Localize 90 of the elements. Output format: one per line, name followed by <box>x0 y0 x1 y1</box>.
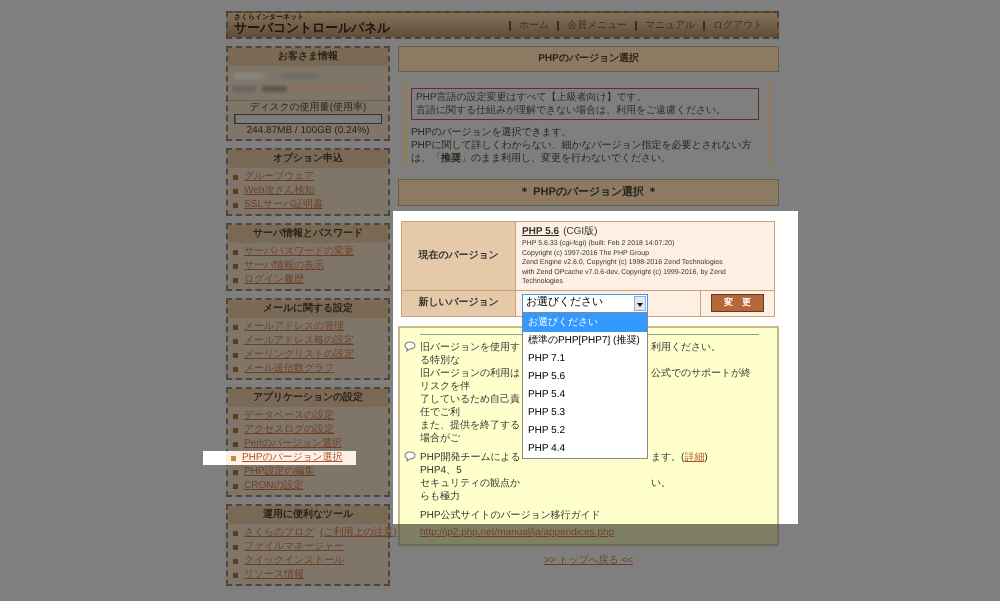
sidebar-link[interactable]: PHP設定の編集 <box>244 465 315 479</box>
bullet-icon <box>233 530 238 536</box>
sidebar-link[interactable]: サーバ情報の表示 <box>244 259 324 273</box>
bullet-icon <box>233 484 238 488</box>
sidebar-link[interactable]: サーバパスワードの変更 <box>244 245 354 259</box>
note-text: 利用ください。 <box>651 342 721 353</box>
bullet-icon <box>233 202 238 208</box>
table-header-cell: 新しいバージョン <box>402 290 516 316</box>
sidebar-link[interactable]: SSLサーバ証明書 <box>244 198 323 212</box>
panel-heading: お客さま情報 <box>228 48 388 66</box>
sidebar-link[interactable]: CRONの設定 <box>244 479 304 493</box>
sidebar-link[interactable]: アクセスログの設定 <box>244 423 334 437</box>
sidebar-link[interactable]: Perlのバージョン選択 <box>244 437 342 451</box>
bullet-icon <box>233 470 238 474</box>
intro-text: PHPに関して詳しくわからない、細かなバージョン指定を必要とされない方は、「推奨」のまま利用し、変更を行わないでください。 <box>411 139 753 165</box>
sidebar-link[interactable]: メールアドレス毎の設定 <box>244 334 354 348</box>
dropdown-option[interactable]: 標準のPHP[PHP7] (推奨) <box>523 332 647 350</box>
change-button[interactable]: 変 更 <box>711 294 764 312</box>
disk-usage-label: ディスクの使用量(使用率) <box>248 101 368 114</box>
version-link[interactable]: PHP 5.6 <box>522 226 560 238</box>
nav-link[interactable]: ログアウト <box>703 21 771 31</box>
guide-label: PHP公式サイトのバージョン移行ガイド <box>419 508 602 523</box>
sidebar-link[interactable]: PHPのバージョン選択 <box>242 451 343 465</box>
note-link[interactable]: (ご利用上の注意) <box>320 526 397 540</box>
bullet-icon <box>233 188 238 194</box>
table-header-cell: 現在のバージョン <box>402 222 516 290</box>
sidebar-link[interactable]: さくらのブログ <box>244 526 314 540</box>
dropdown-option[interactable]: PHP 7.1 <box>523 350 647 368</box>
bullet-icon <box>233 428 238 432</box>
sidebar-link[interactable]: メール送信数グラフ <box>244 362 334 376</box>
bullet-icon <box>233 264 238 268</box>
dropdown-option[interactable]: PHP 5.3 <box>523 404 647 422</box>
panel-heading: 運用に便利なツール <box>228 506 388 524</box>
panel-heading: メールに関する設定 <box>228 300 388 318</box>
bullet-icon <box>233 414 238 418</box>
bullet-icon <box>233 352 238 358</box>
speech-bubble-icon <box>404 450 416 462</box>
sidebar-link[interactable]: ファイルマネージャー <box>244 540 344 554</box>
note-text: 了しているため自己責任でご利 <box>420 392 521 419</box>
sidebar-link[interactable]: データベースの設定 <box>244 409 334 423</box>
warning-text: PHP言語の設定変更はすべて【上級者向け】です。 <box>416 91 648 104</box>
guide-url-link[interactable]: http://jp2.php.net/manual/ja/appendices.php <box>420 526 614 538</box>
dropdown-option[interactable]: PHP 5.2 <box>523 422 647 440</box>
bullet-icon <box>233 558 238 564</box>
note-text: ます。( <box>651 452 684 463</box>
warning-text: 言語に関する仕組みが理解できない場合は、利用をご遠慮ください。 <box>416 104 727 117</box>
bullet-icon <box>233 442 238 446</box>
speech-bubble-icon <box>404 340 416 352</box>
note-text: ) <box>704 452 708 463</box>
sidebar-link[interactable]: メーリングリストの設定 <box>244 348 354 362</box>
sidebar-link[interactable]: メールアドレスの管理 <box>244 320 344 334</box>
note-text: 公式でのサポートが終 <box>651 368 751 379</box>
page-title-bar: PHPのバージョン選択 <box>398 46 779 72</box>
brand-title: サーバコントロールパネル <box>234 20 390 35</box>
panel-heading: オプション申込 <box>228 150 388 168</box>
detail-link[interactable]: 詳細 <box>684 452 704 463</box>
note-text: また、提供を終了する場合がご <box>420 418 521 445</box>
version-type: (CGI版) <box>563 226 598 238</box>
note-text: 旧バージョンを使用する特別な <box>420 340 521 367</box>
sidebar-link[interactable]: リソース情報 <box>244 568 304 582</box>
nav-link[interactable]: ホーム <box>509 21 557 31</box>
bullet-icon <box>233 572 238 578</box>
dropdown-option[interactable]: PHP 5.4 <box>523 386 647 404</box>
bullet-icon <box>231 456 236 460</box>
back-to-top-link[interactable]: >> トップへ戻る << <box>544 554 633 566</box>
bullet-icon <box>233 544 238 550</box>
note-text: 旧バージョンの利用はリスクを伴 <box>420 366 521 393</box>
disk-usage-reading: 244.87MB / 100GB (0.24%) <box>246 124 370 137</box>
note-text: セキュリティの観点からも極力 <box>420 476 521 503</box>
bullet-icon <box>233 278 238 282</box>
note-text: PHP開発チームによるPHP4、5 <box>420 450 522 477</box>
note-text: い。 <box>651 478 671 489</box>
sidebar-link[interactable]: Web改ざん検知 <box>244 184 314 198</box>
nav-link[interactable]: 会員メニュー <box>557 21 635 31</box>
panel-heading: サーバ情報とパスワード <box>228 225 388 243</box>
dropdown-option[interactable]: PHP 4.4 <box>523 440 647 458</box>
sidebar-link[interactable]: ログイン履歴 <box>244 273 304 287</box>
bullet-icon <box>233 174 238 180</box>
nav-link[interactable]: マニュアル <box>635 21 703 31</box>
sidebar-link[interactable]: グループウェア <box>244 170 314 184</box>
intro-text: PHPのバージョンを選択できます。 <box>411 126 573 139</box>
bullet-icon <box>233 366 238 372</box>
sidebar-link[interactable]: クイックインストール <box>244 554 344 568</box>
section-title-bar: ＊ PHPのバージョン選択 ＊ <box>398 179 779 206</box>
bullet-icon <box>233 338 238 344</box>
panel-heading: アプリケーションの設定 <box>228 389 388 407</box>
bullet-icon <box>233 324 238 330</box>
dropdown-option[interactable]: お選びください <box>523 314 647 332</box>
dropdown-option[interactable]: PHP 5.6 <box>523 368 647 386</box>
bullet-icon <box>233 250 238 254</box>
